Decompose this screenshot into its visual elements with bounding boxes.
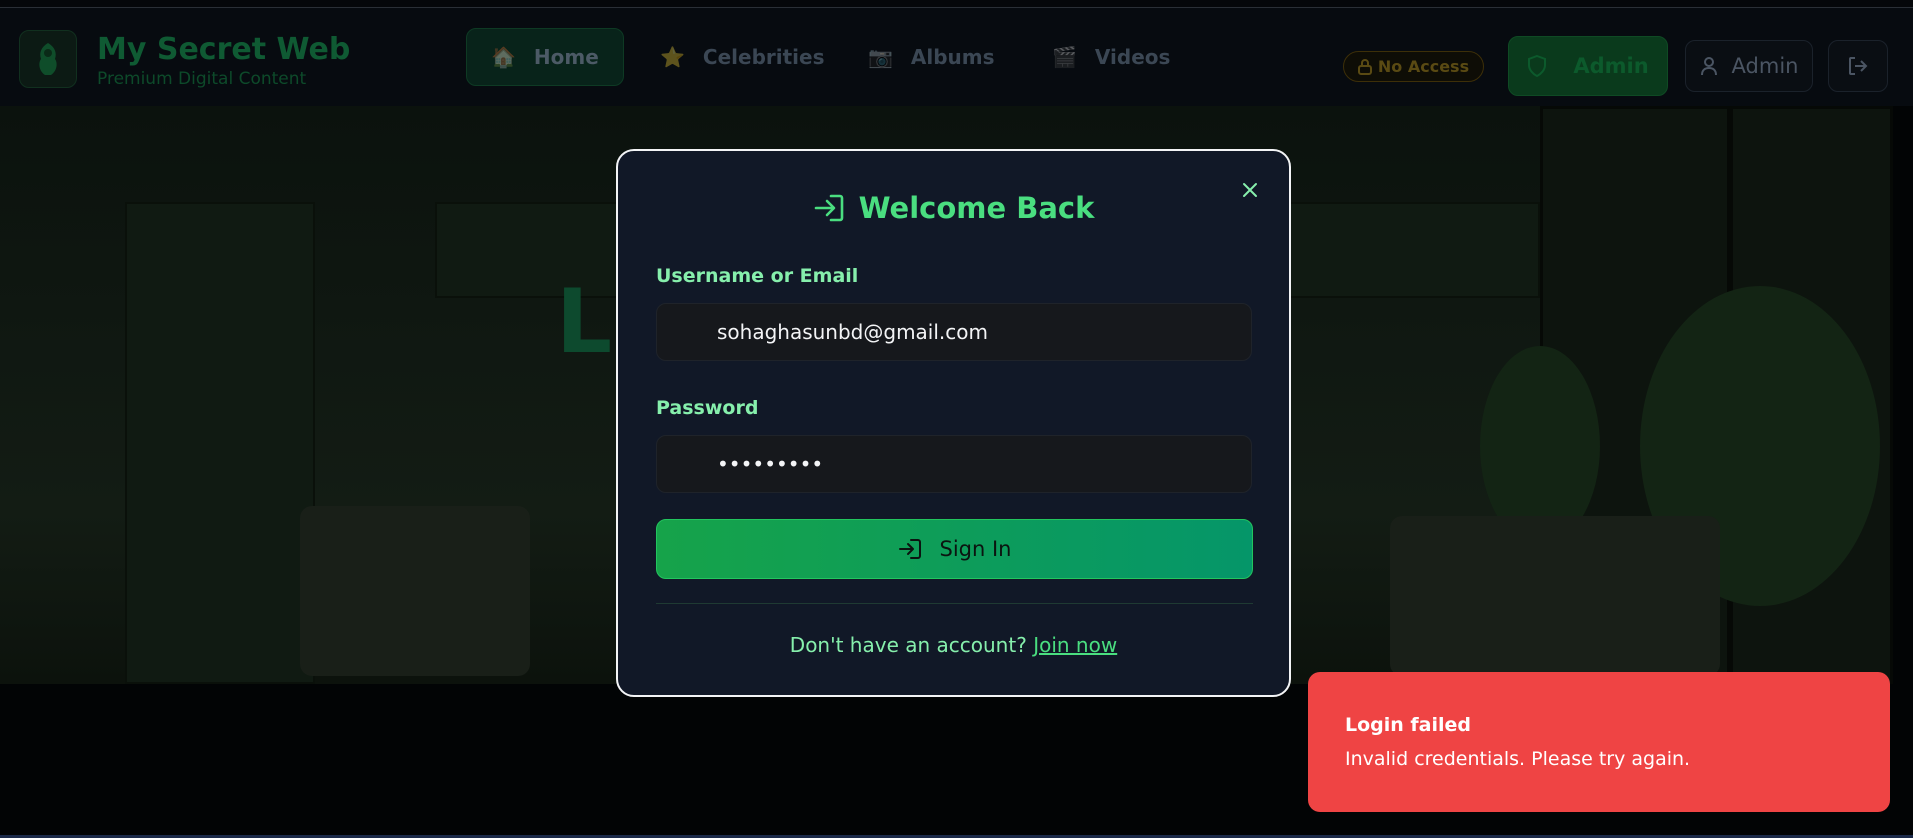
join-now-link[interactable]: Join now xyxy=(1033,633,1117,657)
password-input[interactable] xyxy=(656,435,1252,493)
user-menu-button[interactable]: Admin xyxy=(1685,40,1813,92)
browser-top-edge xyxy=(0,0,1913,8)
modal-title: Welcome Back xyxy=(618,191,1289,225)
toast-message: Invalid credentials. Please try again. xyxy=(1345,748,1691,770)
modal-title-text: Welcome Back xyxy=(858,191,1095,225)
nav-celebrities[interactable]: ⭐ Celebrities xyxy=(636,28,849,86)
lock-icon xyxy=(1357,58,1372,75)
nav-videos-label: Videos xyxy=(1094,45,1171,69)
toast-title: Login failed xyxy=(1345,714,1472,736)
sign-in-label: Sign In xyxy=(939,537,1012,561)
site-header: My Secret Web Premium Digital Content 🏠 … xyxy=(0,8,1913,106)
home-icon: 🏠 xyxy=(491,45,516,69)
access-badge-label: No Access xyxy=(1377,57,1470,76)
login-modal: Welcome Back Username or Email Password … xyxy=(616,149,1291,697)
nav-albums[interactable]: 📷 Albums xyxy=(844,28,1019,86)
user-label: Admin xyxy=(1731,54,1799,78)
username-input[interactable] xyxy=(656,303,1252,361)
camera-icon: 📷 xyxy=(868,45,893,69)
nav-albums-label: Albums xyxy=(910,45,995,69)
clapperboard-icon: 🎬 xyxy=(1052,45,1077,69)
background-sofa xyxy=(1390,516,1720,676)
nav-home[interactable]: 🏠 Home xyxy=(466,28,624,86)
signup-prompt: Don't have an account? Join now xyxy=(618,633,1289,657)
admin-panel-label: Admin xyxy=(1573,54,1649,78)
sign-in-button[interactable]: Sign In xyxy=(656,519,1253,579)
brand-title[interactable]: My Secret Web xyxy=(97,32,350,67)
signup-prompt-text: Don't have an account? xyxy=(789,633,1027,657)
username-label: Username or Email xyxy=(656,265,859,287)
shield-icon xyxy=(1528,55,1547,77)
divider xyxy=(656,603,1253,604)
user-icon xyxy=(1700,57,1717,76)
background-chair xyxy=(300,506,530,676)
logout-icon xyxy=(1849,57,1868,75)
login-icon xyxy=(898,539,921,559)
nav-home-label: Home xyxy=(533,45,599,69)
admin-panel-button[interactable]: Admin xyxy=(1508,36,1668,96)
logout-button[interactable] xyxy=(1828,40,1888,92)
nav-celebrities-label: Celebrities xyxy=(702,45,825,69)
password-label: Password xyxy=(656,397,759,419)
login-icon xyxy=(814,194,843,222)
logo-icon xyxy=(39,43,57,75)
nav-videos[interactable]: 🎬 Videos xyxy=(1028,28,1194,86)
star-icon: ⭐ xyxy=(660,45,685,69)
logo[interactable] xyxy=(19,30,77,88)
access-badge: No Access xyxy=(1343,51,1484,82)
brand-subtitle: Premium Digital Content xyxy=(97,69,307,89)
error-toast[interactable]: Login failed Invalid credentials. Please… xyxy=(1308,672,1890,812)
background-door xyxy=(125,202,315,684)
